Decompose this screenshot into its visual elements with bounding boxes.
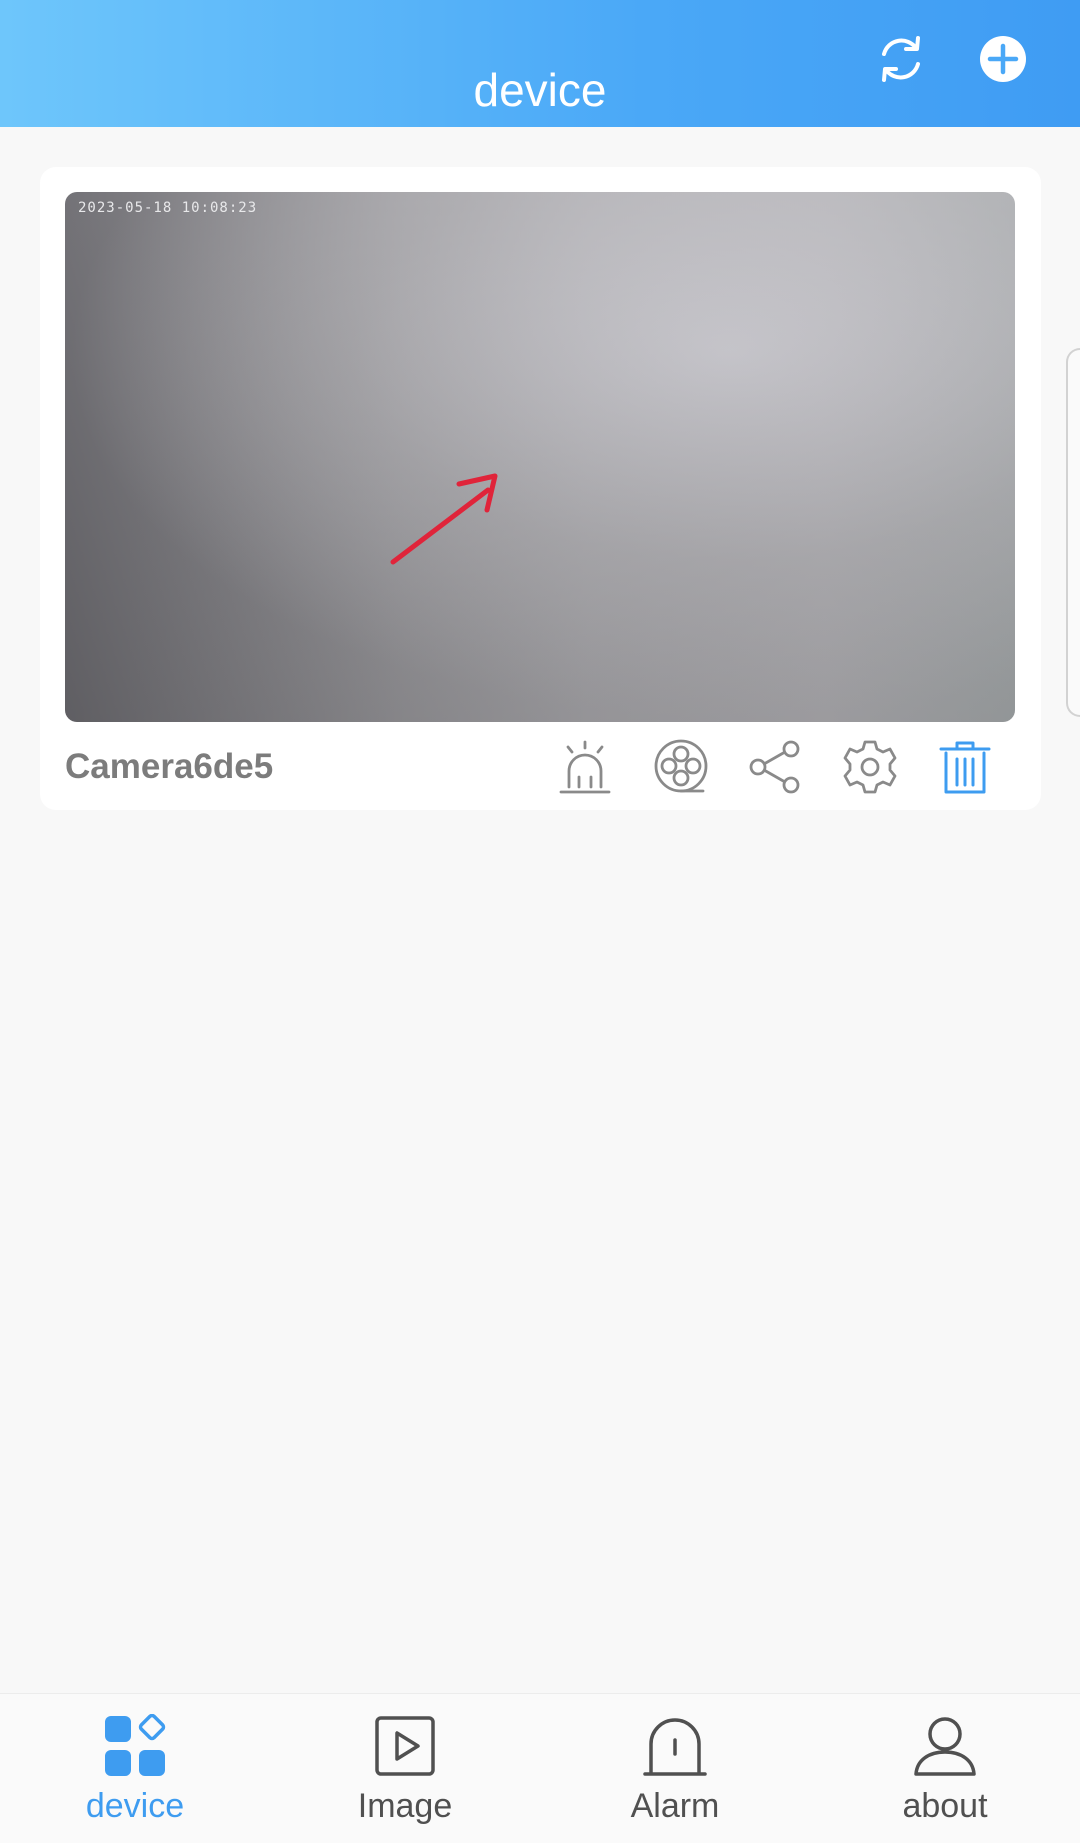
delete-button[interactable]: [935, 737, 995, 797]
video-timestamp: 2023-05-18 10:08:23: [78, 200, 258, 216]
device-card: 2023-05-18 10:08:23 Camera6de5: [40, 167, 1041, 810]
siren-icon: [559, 740, 611, 794]
side-panel-handle[interactable]: [1066, 348, 1080, 717]
nav-label-device: device: [85, 1787, 185, 1825]
play-square-icon: [373, 1714, 437, 1778]
trash-icon: [939, 741, 991, 794]
alarm-button[interactable]: [555, 737, 615, 797]
plus-circle-icon: [980, 36, 1026, 82]
app-header: device: [0, 0, 1080, 127]
nav-item-about[interactable]: about: [810, 1694, 1080, 1843]
share-icon: [749, 740, 800, 794]
nav-item-device[interactable]: device: [0, 1694, 270, 1843]
alarm-icon: [643, 1714, 707, 1778]
nav-label-image: Image: [357, 1787, 453, 1825]
nav-item-alarm[interactable]: Alarm: [540, 1694, 810, 1843]
bottom-navigation: device Image Alarm about: [0, 1693, 1080, 1843]
nav-label-alarm: Alarm: [630, 1787, 720, 1825]
add-device-button[interactable]: [974, 30, 1032, 88]
share-button[interactable]: [745, 737, 805, 797]
film-reel-icon: [654, 739, 708, 793]
refresh-icon: [882, 36, 920, 82]
grid-icon: [103, 1713, 167, 1778]
settings-button[interactable]: [840, 737, 900, 797]
gear-icon: [843, 740, 897, 794]
nav-label-about: about: [902, 1787, 988, 1825]
nav-item-image[interactable]: Image: [270, 1694, 540, 1843]
camera-preview[interactable]: 2023-05-18 10:08:23: [65, 192, 1015, 722]
refresh-button[interactable]: [872, 30, 930, 88]
user-icon: [913, 1714, 977, 1778]
recording-button[interactable]: [651, 737, 711, 797]
red-arrow-annotation: [390, 473, 498, 565]
device-name: Camera6de5: [65, 747, 274, 786]
